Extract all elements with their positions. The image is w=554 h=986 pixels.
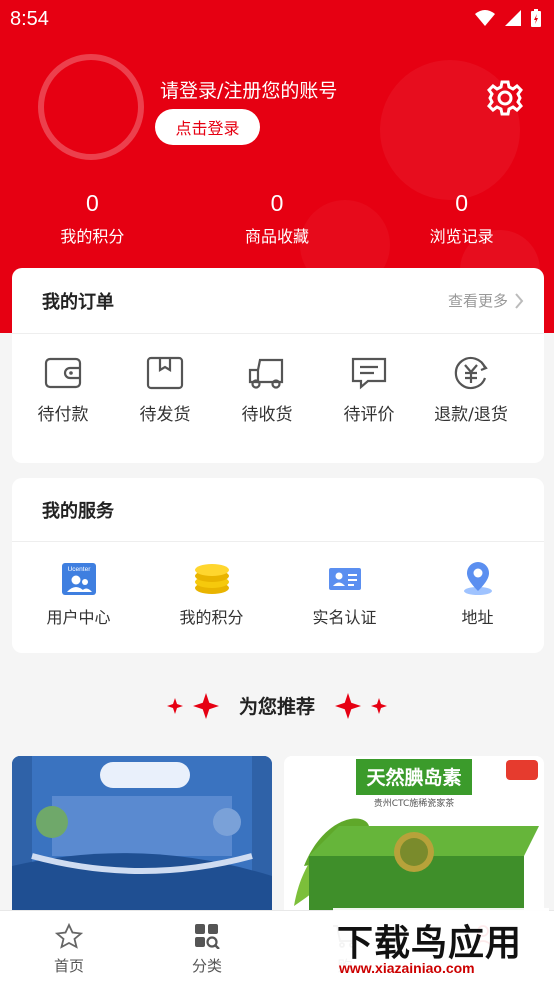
service-address[interactable]: 地址	[411, 562, 544, 628]
service-user-center[interactable]: Ucenter 用户中心	[12, 562, 145, 628]
sparkle-icon	[166, 697, 183, 714]
login-button[interactable]: 点击登录	[155, 109, 260, 145]
sparkle-icon	[371, 697, 387, 714]
svg-text:Ucenter: Ucenter	[67, 566, 91, 573]
service-points[interactable]: 我的积分	[145, 562, 278, 628]
order-pending-shipment[interactable]: 待发货	[114, 356, 216, 425]
sparkle-icon	[192, 692, 219, 719]
order-item-label: 待评价	[343, 405, 395, 425]
ucenter-icon: Ucenter	[61, 563, 96, 595]
stats-row: 0 我的积分 0 商品收藏 0 浏览记录	[0, 188, 554, 247]
orders-row: 待付款 待发货 待收货 待评价 退款/退货	[12, 334, 544, 425]
tab-home[interactable]: 首页	[0, 911, 138, 986]
login-prompt[interactable]: 请登录/注册您的账号	[160, 76, 337, 103]
service-label: 实名认证	[312, 608, 377, 627]
avatar[interactable]	[38, 54, 144, 160]
order-pending-receipt[interactable]: 待收货	[216, 356, 318, 425]
service-label: 我的积分	[179, 608, 244, 627]
chevron-right-icon	[515, 292, 524, 309]
stat-label: 浏览记录	[429, 227, 494, 246]
coins-icon	[194, 564, 229, 594]
svg-text:贵州CTC施稀瓷家茶: 贵州CTC施稀瓷家茶	[374, 797, 455, 809]
tab-label: 分类	[191, 957, 222, 975]
watermark-url: www.xiazainiao.com	[339, 960, 475, 976]
comment-icon	[351, 357, 387, 390]
service-label: 用户中心	[46, 608, 111, 627]
watermark: 下载鸟应用 www.xiazainiao.com	[333, 908, 549, 982]
orders-card: 我的订单 查看更多 待付款 待发货 待收货 待评价 退款/退货	[12, 268, 544, 463]
stat-history[interactable]: 0 浏览记录	[369, 188, 554, 247]
order-item-label: 待收货	[241, 405, 293, 425]
order-item-label: 待发货	[139, 405, 191, 425]
services-header: 我的服务	[12, 478, 544, 542]
stat-value: 0	[270, 190, 284, 216]
wallet-icon	[44, 357, 82, 389]
service-verification[interactable]: 实名认证	[278, 562, 411, 628]
tab-label: 首页	[53, 957, 84, 975]
battery-icon	[531, 9, 541, 27]
orders-title: 我的订单	[42, 291, 114, 313]
box-icon	[146, 356, 184, 390]
product-card-tea[interactable]: 天然腆岛素 贵州CTC施稀瓷家茶	[284, 756, 544, 910]
truck-icon	[248, 358, 284, 389]
recommend-heading: 为您推荐	[0, 692, 554, 719]
product-image	[12, 756, 272, 910]
watermark-title: 下载鸟应用	[337, 923, 523, 964]
stat-points[interactable]: 0 我的积分	[0, 188, 185, 247]
view-more-label: 查看更多	[447, 292, 508, 310]
orders-header: 我的订单 查看更多	[12, 268, 544, 334]
recommend-title: 为您推荐	[238, 696, 315, 718]
services-title: 我的服务	[42, 500, 114, 522]
product-card-rice[interactable]	[12, 756, 272, 910]
services-card: 我的服务 Ucenter 用户中心 我的积分 实名认证 地址	[12, 478, 544, 653]
order-item-label: 待付款	[37, 405, 89, 425]
signal-icon	[505, 10, 521, 26]
services-row: Ucenter 用户中心 我的积分 实名认证 地址	[12, 542, 544, 628]
stat-label: 商品收藏	[245, 227, 310, 246]
stat-value: 0	[455, 190, 469, 216]
sparkle-icon	[335, 692, 361, 719]
status-bar: 8:54	[0, 0, 554, 38]
order-pending-payment[interactable]: 待付款	[12, 356, 114, 425]
status-icons	[474, 8, 542, 28]
gear-icon[interactable]	[485, 78, 525, 118]
tab-category[interactable]: 分类	[138, 911, 276, 986]
service-label: 地址	[461, 608, 494, 627]
product-image: 天然腆岛素 贵州CTC施稀瓷家茶	[284, 756, 544, 910]
order-pending-review[interactable]: 待评价	[318, 356, 420, 425]
stat-label: 我的积分	[60, 227, 125, 246]
category-icon	[195, 924, 220, 949]
star-icon	[55, 923, 83, 949]
status-time: 8:54	[10, 8, 49, 30]
view-more-link[interactable]: 查看更多	[448, 290, 524, 311]
order-item-label: 退款/退货	[434, 405, 508, 425]
stat-value: 0	[85, 190, 99, 216]
location-icon	[463, 562, 492, 595]
order-refund[interactable]: 退款/退货	[420, 356, 522, 425]
stat-favorites[interactable]: 0 商品收藏	[185, 188, 370, 247]
svg-text:天然腆岛素: 天然腆岛素	[366, 766, 461, 789]
refund-icon	[454, 356, 488, 390]
wifi-icon	[475, 10, 495, 26]
id-card-icon	[328, 568, 361, 590]
